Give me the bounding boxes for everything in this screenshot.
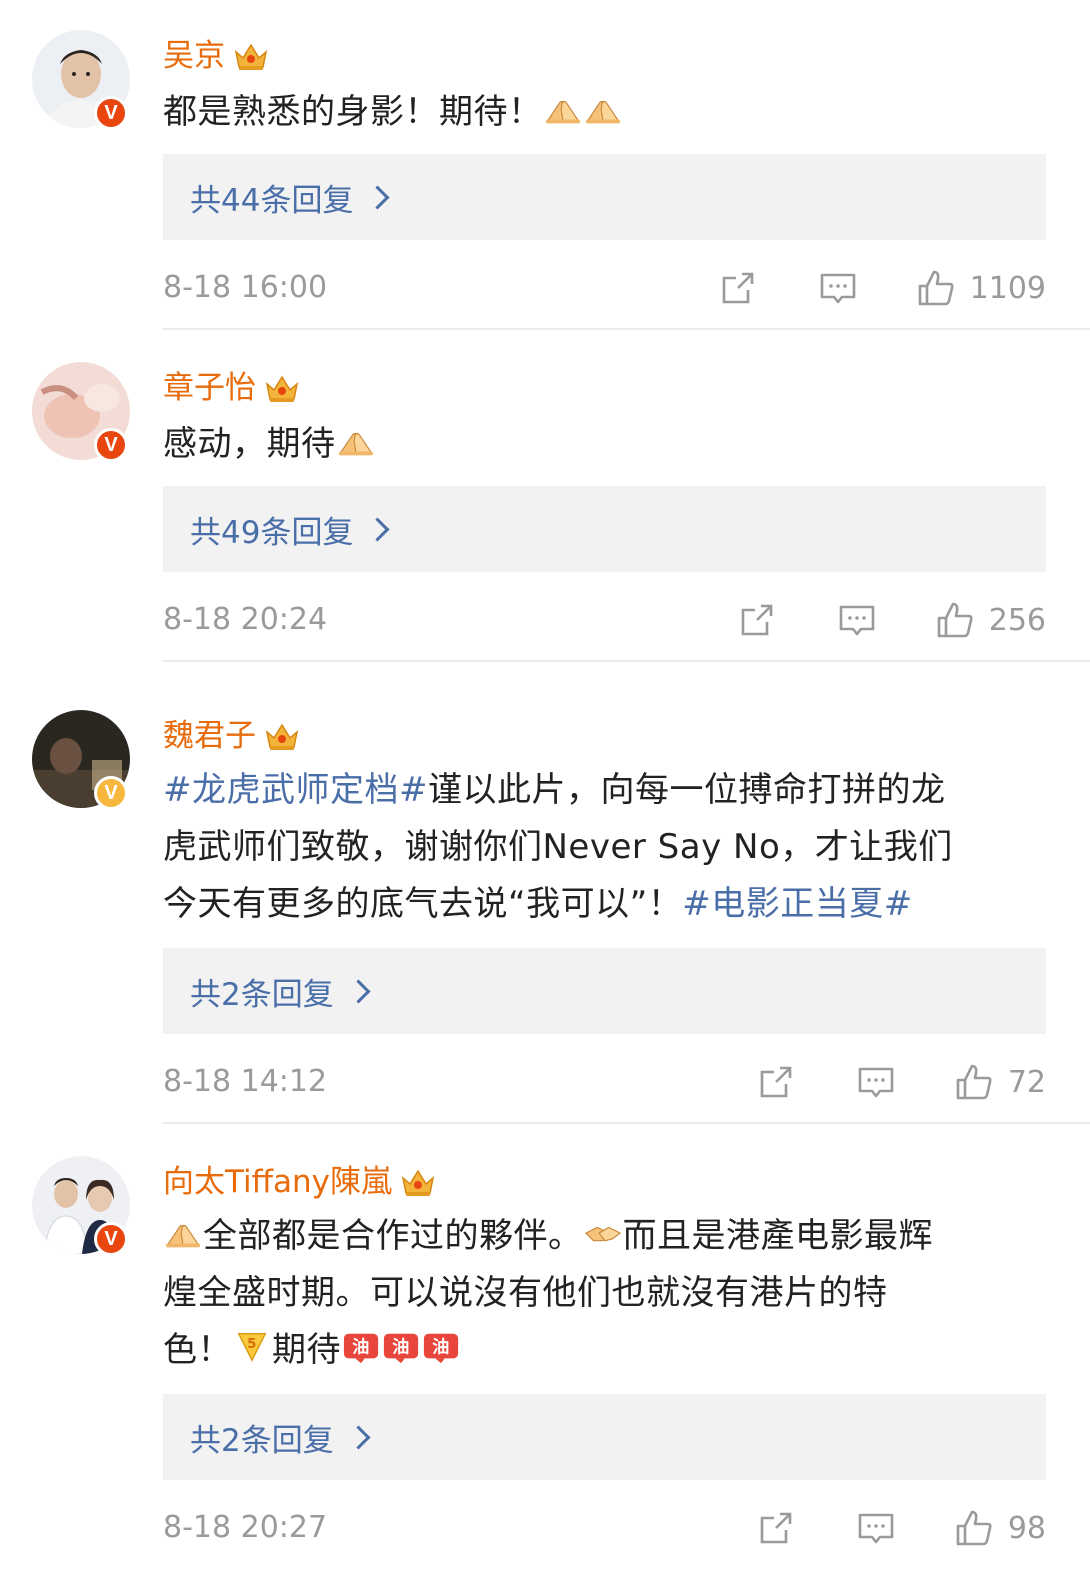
chevron-right-icon (346, 978, 371, 1004)
comment-text-part: 谨以此片，向每一位搏命打拼的龙 (427, 770, 946, 810)
pray-hands-icon (337, 427, 375, 459)
like-icon[interactable] (935, 600, 975, 640)
crown-icon (264, 720, 300, 752)
pray-hands-icon (544, 95, 582, 127)
good-luck-icon (233, 1329, 271, 1365)
comment-text: #龙虎武师定档#谨以此片，向每一位搏命打拼的龙 虎武师们致敬，谢谢你们Never… (163, 762, 1053, 933)
jiayou-icon (422, 1329, 460, 1365)
view-replies-button[interactable]: 共49条回复 (163, 486, 1046, 572)
crown-icon (400, 1166, 436, 1198)
timestamp: 8-18 20:27 (163, 1510, 328, 1545)
crown-icon (264, 372, 300, 404)
like-icon[interactable] (916, 268, 956, 308)
comment-text-part: 期待 (272, 1330, 341, 1370)
comment-text-part: 今天有更多的底气去说“我可以”！ (163, 884, 683, 924)
hashtag-link[interactable]: #龙虎武师定档# (163, 770, 428, 810)
username[interactable]: 章子怡 (163, 368, 256, 408)
comment-text: 全部都是合作过的夥伴。 而且是港產电影最辉 煌全盛时期。可以说沒有他们也就沒有港片… (163, 1208, 1053, 1379)
replies-count: 共49条回复 (190, 514, 354, 551)
timestamp: 8-18 14:12 (163, 1064, 328, 1099)
crown-icon (233, 40, 269, 72)
verified-badge: V (94, 776, 128, 810)
comment-text-part: 色！ (163, 1330, 232, 1370)
comment-line: 色！ 期待 (163, 1322, 1053, 1379)
action-bar: 1109 (718, 266, 1046, 310)
comment-line: 今天有更多的底气去说“我可以”！#电影正当夏# (163, 876, 1053, 933)
username-row: 向太Tiffany陳嵐 (163, 1160, 436, 1204)
comment-text-part: 感动，期待 (163, 424, 336, 464)
view-replies-button[interactable]: 共2条回复 (163, 948, 1046, 1034)
share-icon[interactable] (756, 1062, 796, 1102)
share-icon[interactable] (737, 600, 777, 640)
comment-text-part: 而且是港產电影最辉 (622, 1216, 933, 1256)
pray-hands-icon (164, 1219, 202, 1251)
verified-badge: V (94, 1222, 128, 1256)
jiayou-icon (382, 1329, 420, 1365)
comment-line: 虎武师们致敬，谢谢你们Never Say No，才让我们 (163, 827, 953, 867)
divider (163, 1122, 1090, 1124)
comment-icon[interactable] (856, 1508, 896, 1548)
comment-text: 都是熟悉的身影！期待！ (163, 84, 1053, 141)
chevron-right-icon (365, 184, 390, 210)
comment-icon[interactable] (856, 1062, 896, 1102)
comment-line: 全部都是合作过的夥伴。 而且是港產电影最辉 (163, 1208, 1053, 1265)
comment-text: 感动，期待 (163, 416, 1053, 473)
meta-row: 8-18 14:12 72 (163, 1060, 1046, 1104)
like-count: 98 (1007, 1510, 1046, 1546)
replies-count: 共44条回复 (190, 182, 354, 219)
view-replies-button[interactable]: 共44条回复 (163, 154, 1046, 240)
comment-text-part: 全部都是合作过的夥伴。 (203, 1216, 583, 1256)
share-icon[interactable] (718, 268, 758, 308)
username-row: 章子怡 (163, 366, 300, 410)
username-row: 吴京 (163, 34, 269, 78)
like-icon[interactable] (954, 1508, 994, 1548)
view-replies-button[interactable]: 共2条回复 (163, 1394, 1046, 1480)
handshake-icon (584, 1219, 622, 1251)
meta-row: 8-18 20:24 256 (163, 598, 1046, 642)
meta-row: 8-18 16:00 1109 (163, 266, 1046, 310)
replies-count: 共2条回复 (190, 1422, 334, 1459)
comment-icon[interactable] (837, 600, 877, 640)
like-count: 72 (1007, 1064, 1046, 1100)
pray-hands-icon (584, 95, 622, 127)
divider (163, 660, 1090, 662)
replies-count: 共2条回复 (190, 976, 334, 1013)
username-row: 魏君子 (163, 714, 300, 758)
username[interactable]: 吴京 (163, 36, 225, 76)
chevron-right-icon (365, 516, 390, 542)
comment-line: #龙虎武师定档#谨以此片，向每一位搏命打拼的龙 (163, 762, 1053, 819)
action-bar: 72 (756, 1060, 1046, 1104)
timestamp: 8-18 16:00 (163, 270, 328, 305)
comment-line: 煌全盛时期。可以说沒有他们也就沒有港片的特 (163, 1273, 888, 1313)
divider (163, 328, 1090, 330)
like-icon[interactable] (954, 1062, 994, 1102)
action-bar: 256 (737, 598, 1046, 642)
comment-text-part: 都是熟悉的身影！期待！ (163, 92, 543, 132)
chevron-right-icon (346, 1424, 371, 1450)
jiayou-icon (342, 1329, 380, 1365)
like-count: 1109 (969, 270, 1046, 306)
verified-badge: V (94, 428, 128, 462)
like-count: 256 (988, 602, 1046, 638)
action-bar: 98 (756, 1506, 1046, 1550)
timestamp: 8-18 20:24 (163, 602, 328, 637)
username[interactable]: 魏君子 (163, 716, 256, 756)
verified-badge: V (94, 96, 128, 130)
hashtag-link[interactable]: #电影正当夏# (682, 884, 912, 924)
share-icon[interactable] (756, 1508, 796, 1548)
meta-row: 8-18 20:27 98 (163, 1506, 1046, 1550)
username[interactable]: 向太Tiffany陳嵐 (163, 1162, 392, 1202)
comment-icon[interactable] (818, 268, 858, 308)
